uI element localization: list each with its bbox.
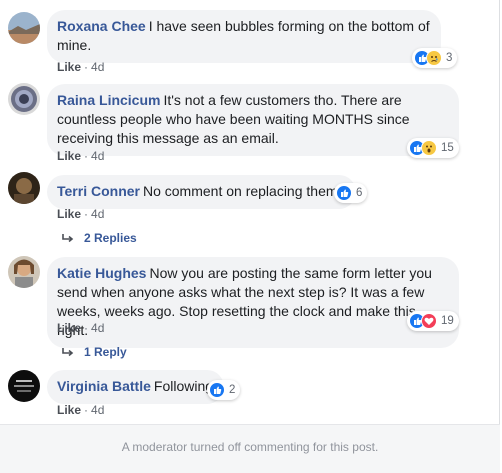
comment-author[interactable]: Katie Hughes xyxy=(57,265,146,281)
like-link[interactable]: Like xyxy=(57,321,81,335)
reaction-summary[interactable]: 2 xyxy=(207,380,241,400)
wow-icon xyxy=(421,140,437,156)
comment-bubble: Roxana Chee I have seen bubbles forming o… xyxy=(47,10,441,63)
comment-text: No comment on replacing them? xyxy=(142,183,346,199)
comment-age[interactable]: 4d xyxy=(91,403,104,417)
comment-meta: Like · 4d xyxy=(57,321,105,335)
avatar[interactable] xyxy=(8,370,40,402)
comment-text: Following xyxy=(153,378,214,394)
reaction-count: 6 xyxy=(356,187,363,199)
comment-bubble: Terri Conner No comment on replacing them… xyxy=(47,175,357,209)
comment-author[interactable]: Roxana Chee xyxy=(57,18,146,34)
reaction-count: 19 xyxy=(441,315,454,327)
comment-bubble: Raina Lincicum It's not a few customers t… xyxy=(47,84,459,156)
reaction-summary[interactable]: 19 xyxy=(407,311,459,331)
reaction-summary[interactable]: 6 xyxy=(334,183,368,203)
reaction-count: 3 xyxy=(446,52,453,64)
reply-arrow-icon xyxy=(62,348,74,357)
like-icon xyxy=(336,185,352,201)
view-replies-link[interactable]: 2 Replies xyxy=(62,231,137,245)
avatar[interactable] xyxy=(8,172,40,204)
replies-label[interactable]: 1 Reply xyxy=(84,345,127,359)
comment-author[interactable]: Virginia Battle xyxy=(57,378,151,394)
avatar[interactable] xyxy=(8,256,40,288)
reaction-count: 2 xyxy=(229,384,236,396)
like-link[interactable]: Like xyxy=(57,403,81,417)
love-icon xyxy=(421,313,437,329)
comment-age[interactable]: 4d xyxy=(91,149,104,163)
replies-label[interactable]: 2 Replies xyxy=(84,231,137,245)
like-link[interactable]: Like xyxy=(57,149,81,163)
reaction-summary[interactable]: 3 xyxy=(412,48,458,68)
sad-icon xyxy=(426,50,442,66)
comment-age[interactable]: 4d xyxy=(91,60,104,74)
comment-bubble: Virginia Battle Following xyxy=(47,370,225,404)
commenting-disabled-notice: A moderator turned off commenting for th… xyxy=(0,425,500,473)
comment-author[interactable]: Raina Lincicum xyxy=(57,92,160,108)
reaction-count: 15 xyxy=(441,142,454,154)
view-replies-link[interactable]: 1 Reply xyxy=(62,345,127,359)
like-link[interactable]: Like xyxy=(57,207,81,221)
avatar[interactable] xyxy=(8,12,40,44)
notice-text: A moderator turned off commenting for th… xyxy=(121,440,379,454)
comment-age[interactable]: 4d xyxy=(91,207,104,221)
comment-bubble: Katie Hughes Now you are posting the same… xyxy=(47,257,459,348)
like-icon xyxy=(209,382,225,398)
comment-author[interactable]: Terri Conner xyxy=(57,183,140,199)
like-link[interactable]: Like xyxy=(57,60,81,74)
comment-meta: Like · 4d xyxy=(57,60,105,74)
comment-meta: Like · 4d xyxy=(57,403,105,417)
reply-arrow-icon xyxy=(62,234,74,243)
comment-age[interactable]: 4d xyxy=(91,321,104,335)
avatar[interactable] xyxy=(8,83,40,115)
comment-meta: Like · 4d xyxy=(57,207,105,221)
right-border xyxy=(499,0,500,473)
comment-meta: Like · 4d xyxy=(57,149,105,163)
reaction-summary[interactable]: 15 xyxy=(407,138,459,158)
